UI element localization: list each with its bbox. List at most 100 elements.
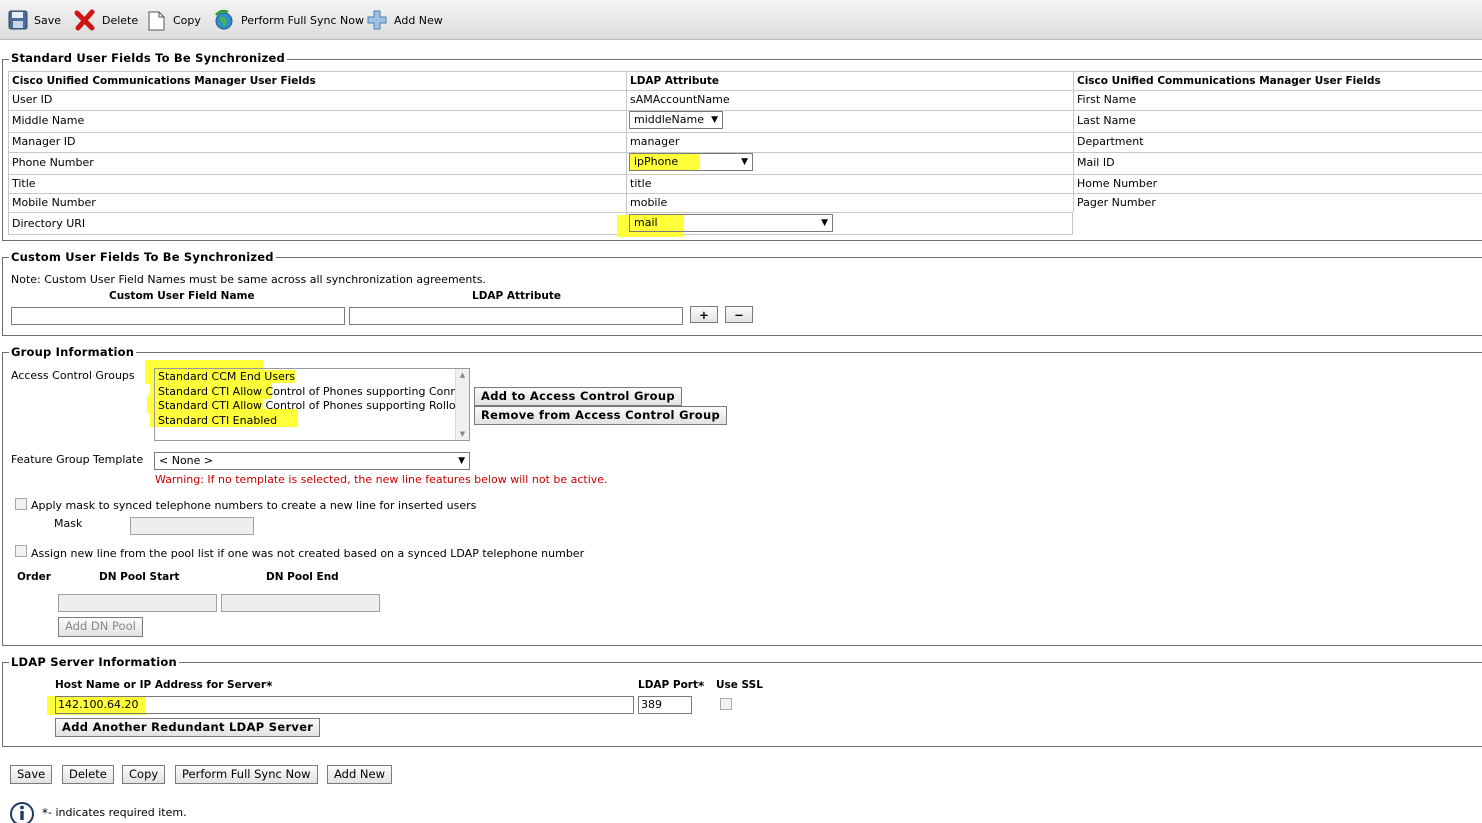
mask-label: Mask — [54, 517, 83, 530]
copy-toolbar-button[interactable]: Copy — [147, 7, 201, 33]
ldap-value: sAMAccountName — [626, 90, 1073, 110]
ldap-port-input[interactable]: 389 — [638, 696, 692, 714]
standard-fields-table: Cisco Unified Communications Manager Use… — [8, 71, 1482, 237]
save-toolbar-button[interactable]: Save — [8, 7, 61, 33]
delete-button[interactable]: Delete — [62, 765, 114, 784]
mask-input[interactable] — [130, 517, 254, 535]
list-item[interactable]: Standard CTI Allow Control of Phones sup… — [155, 399, 455, 414]
delete-x-icon — [74, 9, 95, 31]
info-icon — [10, 802, 34, 823]
perform-full-sync-button[interactable]: Perform Full Sync Now — [175, 765, 318, 784]
copy-toolbar-label: Copy — [173, 13, 201, 27]
add-custom-field-button[interactable]: + — [690, 306, 718, 323]
phone-number-select[interactable]: ipPhone ▼ — [629, 153, 753, 171]
minus-icon: − — [734, 308, 744, 322]
toolbar: Save Delete Copy Perform Full Sync Now A… — [0, 0, 1482, 40]
field-label-2: Department — [1073, 132, 1482, 152]
ldap-value: mobile — [626, 193, 1073, 212]
plus-icon: + — [699, 308, 709, 322]
access-control-groups-label: Access Control Groups — [11, 369, 135, 382]
custom-ldap-attribute-input[interactable] — [349, 307, 683, 325]
ldap-value: title — [626, 174, 1073, 193]
save-button[interactable]: Save — [10, 765, 53, 784]
dn-pool-end-input[interactable] — [221, 594, 380, 612]
field-label-2: First Name — [1073, 90, 1482, 110]
feature-group-template-select[interactable]: < None > ▼ — [154, 452, 470, 470]
scroll-up-icon[interactable]: ▲ — [456, 371, 469, 379]
dn-pool-end-header: DN Pool End — [266, 571, 339, 583]
field-label-2: Pager Number — [1073, 193, 1482, 212]
custom-fields-note: Note: Custom User Field Names must be sa… — [11, 273, 486, 286]
directory-uri-select-value: mail — [634, 216, 658, 229]
field-label-2: Mail ID — [1073, 152, 1482, 174]
copy-button[interactable]: Copy — [122, 765, 166, 784]
apply-mask-checkbox[interactable] — [15, 498, 27, 510]
standard-fields-legend: Standard User Fields To Be Synchronized — [9, 51, 287, 65]
chevron-down-icon: ▼ — [458, 456, 465, 466]
save-toolbar-label: Save — [34, 13, 62, 27]
group-info-legend: Group Information — [9, 345, 137, 359]
add-dn-pool-button[interactable]: Add DN Pool — [58, 617, 143, 637]
assign-pool-label: Assign new line from the pool list if on… — [31, 547, 585, 560]
custom-field-name-header: Custom User Field Name — [109, 290, 255, 302]
required-mark: * — [266, 679, 273, 693]
directory-uri-select[interactable]: mail ▼ — [629, 214, 833, 232]
field-label: User ID — [8, 90, 626, 110]
custom-ldap-attribute-header: LDAP Attribute — [472, 290, 561, 302]
field-label: Title — [8, 174, 626, 193]
list-item[interactable]: Standard CCM End Users — [155, 370, 469, 385]
phone-number-select-value: ipPhone — [634, 155, 679, 168]
add-plus-icon — [367, 10, 387, 30]
sync-toolbar-label: Perform Full Sync Now — [241, 13, 364, 27]
field-label: Middle Name — [8, 110, 626, 132]
ldap-port-label: LDAP Port* — [638, 679, 705, 693]
list-item[interactable]: Standard CTI Enabled — [155, 413, 469, 429]
add-redundant-ldap-server-button[interactable]: Add Another Redundant LDAP Server — [55, 718, 321, 737]
sync-toolbar-button[interactable]: Perform Full Sync Now — [213, 7, 364, 33]
assign-pool-checkbox[interactable] — [15, 545, 27, 557]
feature-group-template-value: < None > — [159, 454, 214, 467]
scroll-down-icon[interactable]: ▼ — [456, 430, 469, 438]
list-item[interactable]: Standard CTI Allow Control of Phones sup… — [155, 385, 455, 400]
required-note: *- indicates required item. — [42, 806, 187, 820]
order-header: Order — [17, 571, 51, 583]
field-label-2: Last Name — [1073, 110, 1482, 132]
listbox-scrollbar[interactable]: ▲ ▼ — [455, 369, 469, 440]
chevron-down-icon: ▼ — [741, 157, 748, 167]
add-to-access-control-group-button[interactable]: Add to Access Control Group — [474, 387, 682, 406]
apply-mask-label: Apply mask to synced telephone numbers t… — [31, 499, 477, 512]
save-icon — [8, 10, 28, 30]
add-new-button[interactable]: Add New — [327, 765, 393, 784]
required-mark: * — [698, 679, 705, 693]
ldap-value: manager — [626, 132, 1073, 152]
template-warning-text: Warning: If no template is selected, the… — [155, 473, 608, 486]
field-label-2: Home Number — [1073, 174, 1482, 193]
chevron-down-icon: ▼ — [821, 218, 828, 228]
col-header-ucm-fields-2: Cisco Unified Communications Manager Use… — [1073, 71, 1482, 90]
custom-fields-legend: Custom User Fields To Be Synchronized — [9, 250, 276, 264]
sync-globe-icon — [215, 9, 233, 30]
host-name-label: Host Name or IP Address for Server* — [55, 679, 273, 693]
remove-from-access-control-group-button[interactable]: Remove from Access Control Group — [474, 406, 727, 425]
col-header-ucm-fields: Cisco Unified Communications Manager Use… — [8, 71, 626, 90]
ldap-server-legend: LDAP Server Information — [9, 655, 179, 669]
dn-pool-start-input[interactable] — [58, 594, 217, 612]
middle-name-select-value: middleName — [634, 113, 705, 126]
add-new-toolbar-label: Add New — [394, 13, 443, 27]
use-ssl-label: Use SSL — [716, 679, 763, 691]
dn-pool-start-header: DN Pool Start — [99, 571, 180, 583]
access-control-groups-listbox[interactable]: Standard CCM End Users Standard CTI Allo… — [154, 368, 470, 441]
copy-icon — [148, 11, 165, 31]
add-new-toolbar-button[interactable]: Add New — [366, 7, 443, 33]
field-label: Phone Number — [8, 152, 626, 174]
field-label: Mobile Number — [8, 193, 626, 212]
field-label: Manager ID — [8, 132, 626, 152]
use-ssl-checkbox[interactable] — [720, 698, 732, 710]
col-header-ldap-attribute: LDAP Attribute — [626, 71, 1073, 90]
remove-custom-field-button[interactable]: − — [725, 306, 753, 323]
feature-group-template-label: Feature Group Template — [11, 453, 144, 466]
middle-name-select[interactable]: middleName ▼ — [629, 111, 723, 129]
host-name-input[interactable]: 142.100.64.20 — [55, 696, 634, 714]
delete-toolbar-button[interactable]: Delete — [74, 7, 138, 33]
custom-field-name-input[interactable] — [11, 307, 345, 325]
